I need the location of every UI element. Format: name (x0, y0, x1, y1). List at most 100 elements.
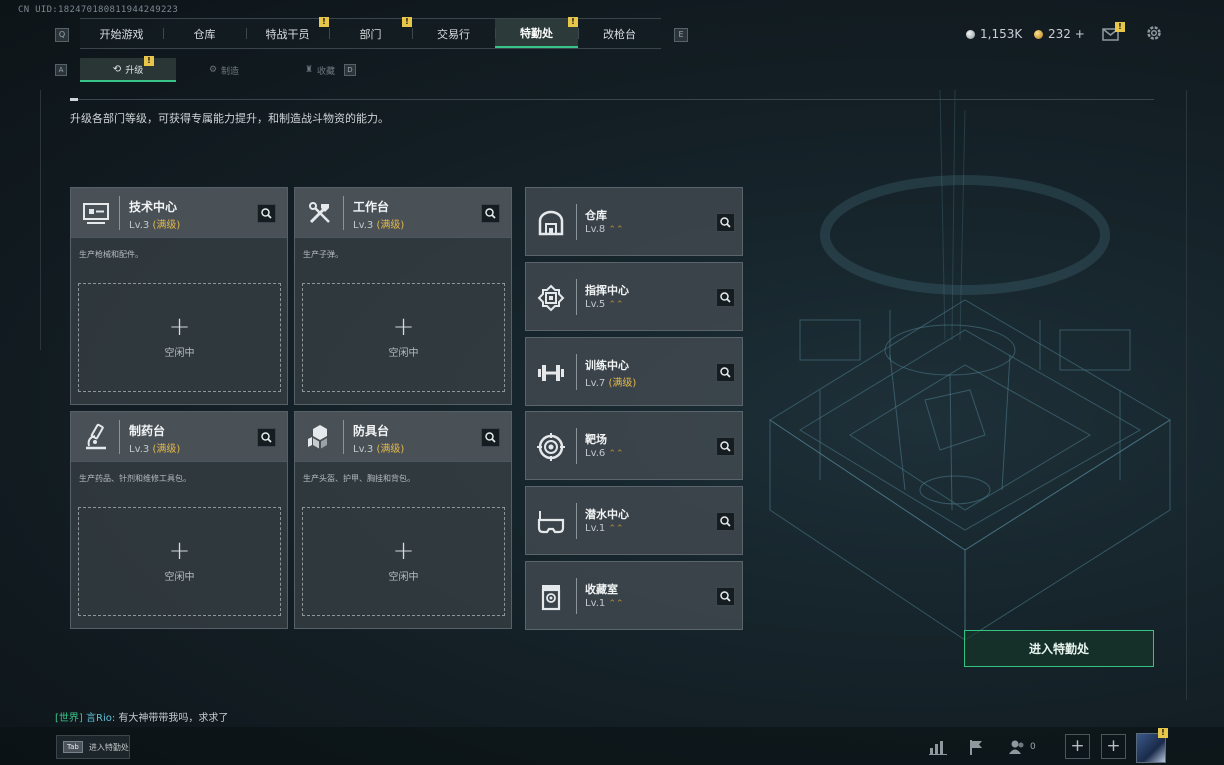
subtab-upgrade[interactable]: ⟲ 升级 ! (80, 56, 176, 82)
subtab-craft[interactable]: ⚙ 制造 (176, 58, 272, 82)
tab-gunsmith[interactable]: 改枪台 (578, 19, 661, 48)
inspect-button[interactable] (716, 437, 735, 456)
tab-label: 开始游戏 (99, 27, 144, 41)
level-value: Lv.3 (353, 220, 374, 231)
gear-icon (1147, 26, 1161, 40)
facility-level: Lv.1 ⌃⌃ (585, 598, 624, 609)
inspect-button[interactable] (481, 204, 500, 223)
craft-icon: ⚙ (208, 65, 218, 75)
nav-prev-key[interactable]: Q (55, 28, 69, 42)
level-value: Lv.3 (129, 444, 150, 455)
header-separator (119, 420, 120, 454)
facility-warehouse[interactable]: 仓库 Lv.8 ⌃⌃ (525, 187, 743, 256)
production-slot[interactable]: + 空闲中 (302, 283, 505, 392)
level-value: Lv.7 (585, 378, 606, 389)
station-card-armor[interactable]: 防具台 Lv.3 (满级) 生产头盔、护甲、胸挂和背包。 + 空闲中 (294, 411, 512, 629)
inspect-button[interactable] (716, 587, 735, 606)
inspect-button[interactable] (716, 288, 735, 307)
stats-button[interactable] (924, 733, 952, 761)
upgrade-available-icon: ⌃⌃ (608, 225, 624, 235)
search-icon (720, 217, 731, 228)
station-name: 技术中心 (129, 200, 178, 214)
chat-sender: 言Rio: (86, 713, 116, 724)
station-card-workbench[interactable]: 工作台 Lv.3 (满级) 生产子弹。 + 空闲中 (294, 187, 512, 405)
collection-icon: ♜ (304, 65, 314, 75)
nav-next-key[interactable]: E (674, 28, 688, 42)
station-card-tech-center[interactable]: 技术中心 Lv.3 (满级) 生产枪械和配件。 + 空闲中 (70, 187, 288, 405)
upgrade-available-icon: ⌃⌃ (608, 300, 624, 310)
production-slot[interactable]: + 空闲中 (302, 507, 505, 616)
subnav-next-key[interactable]: D (344, 64, 356, 76)
divider (70, 99, 1154, 100)
inspect-button[interactable] (481, 428, 500, 447)
tab-department[interactable]: 部门! (329, 17, 412, 48)
station-name: 工作台 (353, 200, 390, 214)
sub-nav: ⟲ 升级 ! ⚙ 制造 ♜ 收藏 (80, 56, 368, 82)
tab-shortcut-hint[interactable]: Tab 进入特勤处 (56, 735, 130, 759)
facility-name: 仓库 (585, 209, 607, 222)
station-description: 生产药品、针剂和维修工具包。 (79, 474, 191, 483)
search-icon (720, 441, 731, 452)
facility-training-center[interactable]: 训练中心 Lv.7 (满级) (525, 337, 743, 406)
tab-special-ops[interactable]: 特勤处! (495, 17, 578, 48)
inspect-button[interactable] (716, 512, 735, 531)
level-value: Lv.3 (353, 444, 374, 455)
card-header: 技术中心 Lv.3 (满级) (71, 188, 287, 238)
facility-collection-room[interactable]: 收藏室 Lv.1 ⌃⌃ (525, 561, 743, 630)
flag-icon (970, 740, 982, 755)
friends-count: 0 (1030, 742, 1036, 752)
facility-separator (576, 279, 577, 315)
silver-coin-icon (966, 29, 975, 39)
production-slot[interactable]: + 空闲中 (78, 283, 281, 392)
chat-line[interactable]: [世界] 言Rio: 有大神带带我吗，求求了 (55, 709, 228, 724)
settings-button[interactable] (1145, 24, 1163, 42)
notification-badge: ! (402, 17, 412, 27)
flag-button[interactable] (963, 733, 991, 761)
subnav-prev-key[interactable]: A (55, 64, 67, 76)
subtab-label: 收藏 (317, 66, 336, 77)
facility-diving-center[interactable]: 潜水中心 Lv.1 ⌃⌃ (525, 486, 743, 555)
command-center-icon (537, 284, 565, 312)
diving-icon (537, 511, 565, 534)
gold-currency[interactable]: 232 + (1034, 27, 1085, 41)
production-slot[interactable]: + 空闲中 (78, 507, 281, 616)
tab-operators[interactable]: 特战干员! (246, 17, 329, 48)
station-name: 防具台 (353, 424, 390, 438)
header-separator (343, 196, 344, 230)
armor-icon (308, 425, 327, 449)
header-separator (343, 420, 344, 454)
mail-button[interactable]: ! (1102, 22, 1125, 41)
idle-label: 空闲中 (164, 572, 195, 583)
station-description: 生产头盔、护甲、胸挂和背包。 (303, 474, 415, 483)
inspect-button[interactable] (716, 363, 735, 382)
avatar[interactable]: ! (1136, 728, 1168, 763)
inspect-button[interactable] (716, 213, 735, 232)
inspect-button[interactable] (257, 428, 276, 447)
frame-line-left (40, 90, 41, 350)
silver-amount: 1,153K (980, 27, 1023, 41)
station-card-pharmacy[interactable]: 制药台 Lv.3 (满级) 生产药品、针剂和维修工具包。 + 空闲中 (70, 411, 288, 629)
divider-accent (70, 98, 78, 101)
search-icon (720, 516, 731, 527)
tab-warehouse[interactable]: 仓库 (163, 19, 246, 48)
facility-name: 训练中心 (585, 359, 629, 372)
tech-center-icon (83, 203, 109, 224)
tab-trade[interactable]: 交易行 (412, 19, 495, 48)
facility-shooting-range[interactable]: 靶场 Lv.6 ⌃⌃ (525, 411, 743, 480)
plus-icon: + (392, 312, 415, 342)
training-icon (538, 365, 564, 381)
facility-name: 潜水中心 (585, 508, 629, 521)
workbench-icon (309, 202, 330, 224)
inspect-button[interactable] (257, 204, 276, 223)
add-squad-slot-1[interactable]: + (1065, 734, 1090, 759)
tab-start-game[interactable]: 开始游戏 (80, 19, 163, 48)
facility-command-center[interactable]: 指挥中心 Lv.5 ⌃⌃ (525, 262, 743, 331)
facility-level: Lv.7 (满级) (585, 374, 636, 389)
tab-hint-label: 进入特勤处 (88, 742, 129, 752)
subtab-label: 升级 (125, 65, 144, 76)
idle-label: 空闲中 (388, 572, 419, 583)
enter-special-ops-button[interactable]: 进入特勤处 (964, 630, 1154, 667)
add-squad-slot-2[interactable]: + (1101, 734, 1126, 759)
friends-button[interactable]: 0 (1008, 733, 1044, 761)
facility-name: 收藏室 (585, 583, 618, 596)
